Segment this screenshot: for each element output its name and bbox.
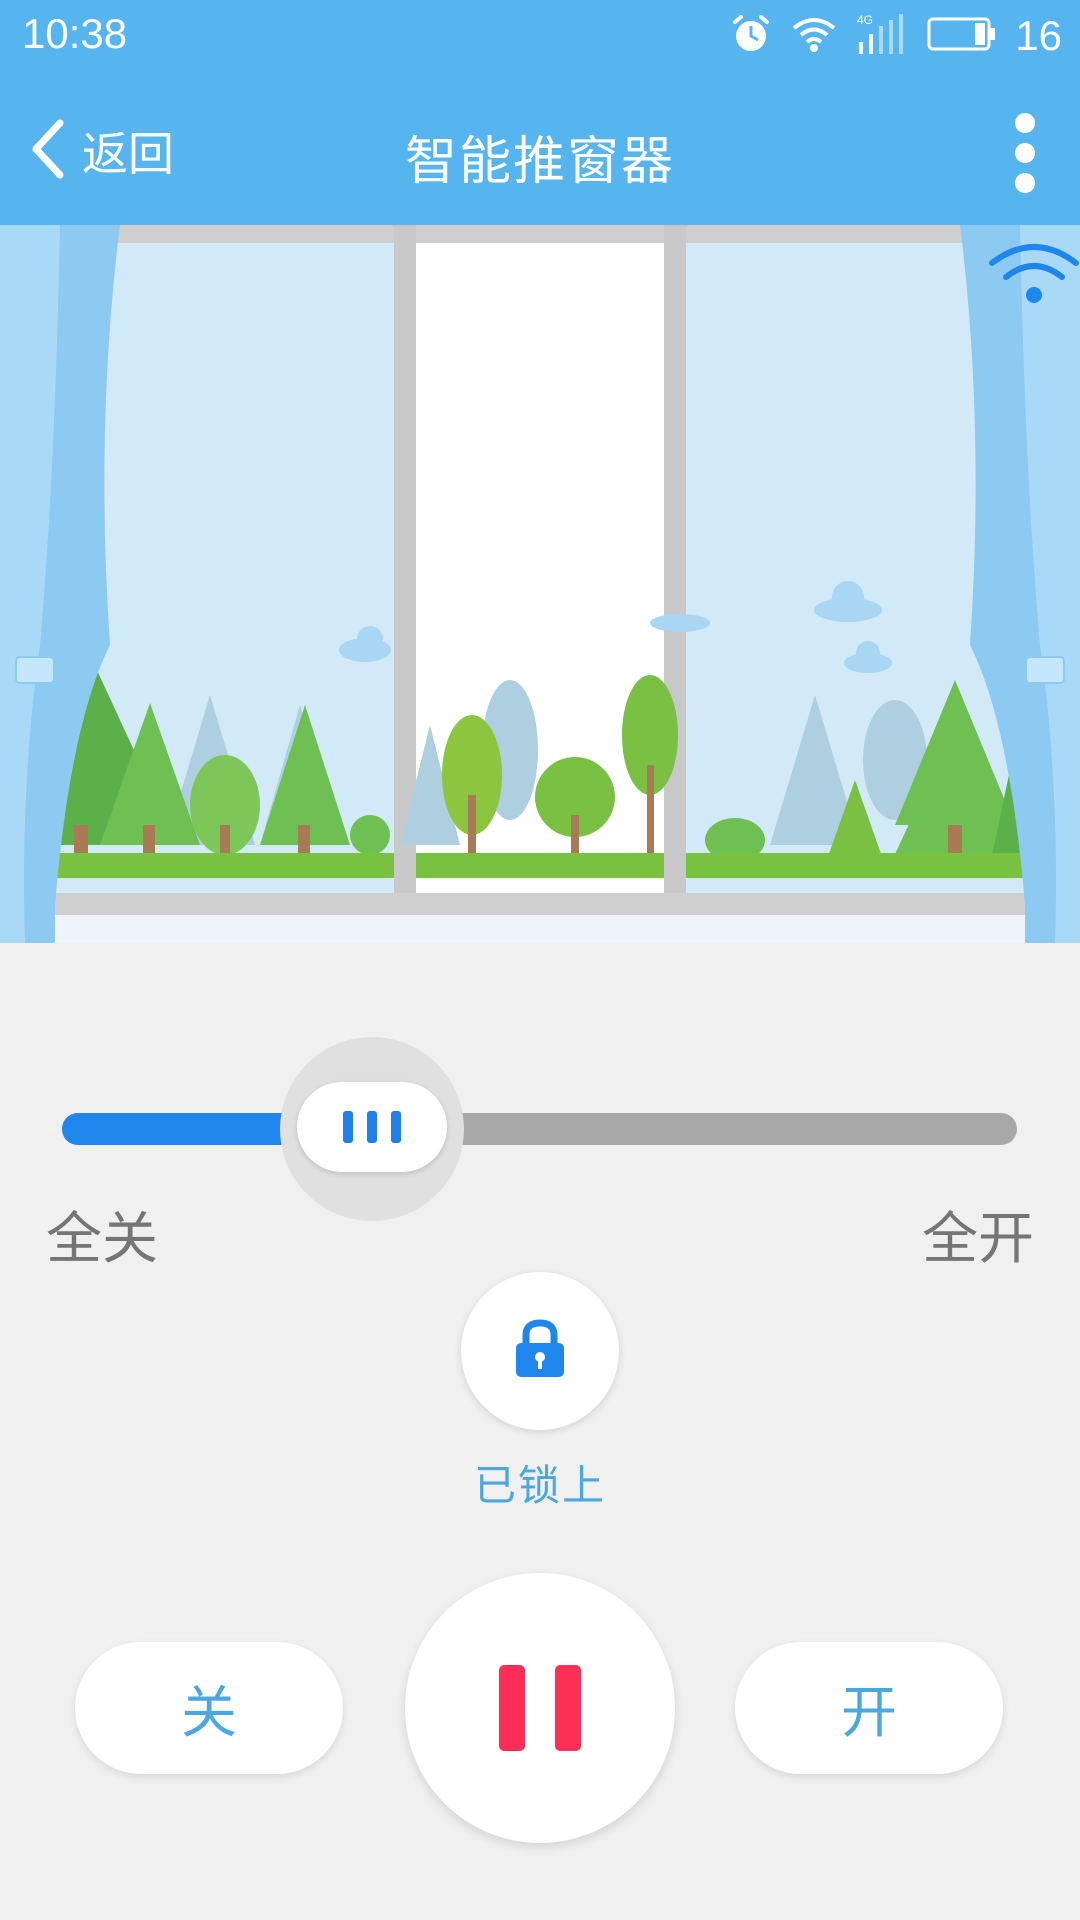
pause-button[interactable] [405,1573,675,1843]
status-bar: 10:38 4G 16 [0,0,1080,75]
battery-level: 16 [1015,12,1062,59]
status-icons: 4G 16 [729,12,1062,60]
open-button[interactable]: 开 [735,1642,1003,1774]
window-opening-slider[interactable] [0,1030,1080,1230]
status-time: 10:38 [22,10,128,57]
battery-icon [927,16,997,56]
cellular-4g-icon: 4G [855,12,909,60]
window-illustration [0,225,1080,943]
slider-max-label: 全开 [922,1207,1034,1272]
lock-button[interactable] [461,1272,619,1430]
slider-thumb[interactable] [297,1082,448,1172]
top-nav-bar: 返回 智能推窗器 [0,75,1080,225]
grip-icon [343,1111,354,1143]
slider-min-label: 全关 [46,1207,158,1272]
svg-text:4G: 4G [857,13,873,27]
page-title: 智能推窗器 [404,132,675,192]
wifi-icon [791,14,837,58]
alarm-icon [729,12,773,60]
pause-icon [499,1665,525,1751]
more-menu-button[interactable] [1010,113,1040,193]
lock-status-label: 已锁上 [473,1461,606,1510]
close-button[interactable]: 关 [75,1642,343,1774]
more-vertical-icon [1015,113,1035,133]
wifi-signal-icon [988,239,1080,313]
lock-icon [510,1317,570,1385]
